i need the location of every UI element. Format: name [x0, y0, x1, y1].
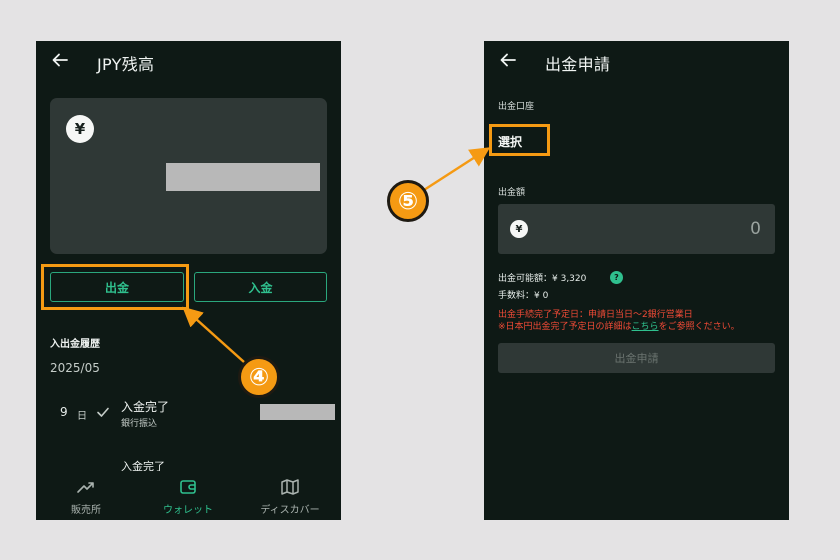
- help-icon[interactable]: ?: [610, 271, 623, 284]
- step-4-marker: ④: [238, 356, 280, 398]
- account-select-highlight: [489, 124, 550, 156]
- nav-label: 販売所: [71, 505, 101, 516]
- balance-card: ¥: [50, 98, 327, 254]
- fee-text: 手数料：¥ 0: [498, 291, 549, 301]
- balance-redacted: [166, 163, 320, 191]
- header: JPY残高: [36, 41, 341, 81]
- nav-item-shop[interactable]: 販売所: [36, 471, 136, 520]
- amount-input[interactable]: ¥ 0: [498, 204, 775, 254]
- amount-value: 0: [750, 219, 761, 239]
- nav-item-discover[interactable]: ディスカバー: [240, 471, 340, 520]
- tx-subtitle: 銀行振込: [121, 419, 158, 429]
- notice-suffix: をご参照ください。: [658, 322, 740, 332]
- page-title: 出金申請: [545, 55, 611, 74]
- nav-label: ディスカバー: [260, 505, 320, 516]
- bottom-nav: 販売所 ウォレット ディスカバー: [36, 471, 341, 520]
- page-title: JPY残高: [97, 55, 155, 74]
- submit-withdraw-button[interactable]: 出金申請: [498, 343, 775, 373]
- trending-up-icon: [77, 482, 94, 493]
- history-month: 2025/05: [50, 361, 100, 375]
- nav-label: ウォレット: [163, 505, 213, 516]
- yen-icon: ¥: [510, 220, 528, 238]
- account-label: 出金口座: [498, 102, 535, 112]
- yen-icon: ¥: [66, 115, 94, 143]
- header: 出金申請: [484, 41, 789, 81]
- tx-day: 9: [60, 405, 68, 419]
- map-icon: [281, 479, 299, 495]
- available-amount: 出金可能額：¥ 3,320: [498, 274, 587, 284]
- tx-amount-redacted: [260, 404, 335, 420]
- nav-item-wallet[interactable]: ウォレット: [138, 471, 238, 520]
- tx-day-unit: 日: [77, 411, 87, 422]
- jpy-balance-screen: JPY残高 ¥ 出金 入金 入出金履歴 2025/05 9 日 入金完了 銀行振…: [36, 41, 341, 520]
- notice-prefix: ※日本円出金完了予定日の詳細は: [498, 322, 632, 332]
- deposit-button[interactable]: 入金: [194, 272, 327, 302]
- step-5-marker: ⑤: [387, 180, 429, 222]
- check-icon: [97, 407, 109, 417]
- arrow-step5: [423, 147, 491, 192]
- notice-line-2: ※日本円出金完了予定日の詳細はこちらをご参照ください。: [498, 319, 740, 332]
- tx-title: 入金完了: [121, 400, 170, 414]
- withdraw-request-screen: 出金申請 出金口座 選択 出金額 ¥ 0 出金可能額：¥ 3,320 ? 手数料…: [484, 41, 789, 520]
- back-arrow-icon[interactable]: [499, 51, 517, 69]
- history-title: 入出金履歴: [50, 339, 100, 350]
- amount-label: 出金額: [498, 188, 526, 198]
- details-link[interactable]: こちら: [632, 322, 659, 332]
- wallet-icon: [180, 480, 196, 494]
- withdraw-highlight: [41, 264, 189, 310]
- back-arrow-icon[interactable]: [51, 51, 69, 69]
